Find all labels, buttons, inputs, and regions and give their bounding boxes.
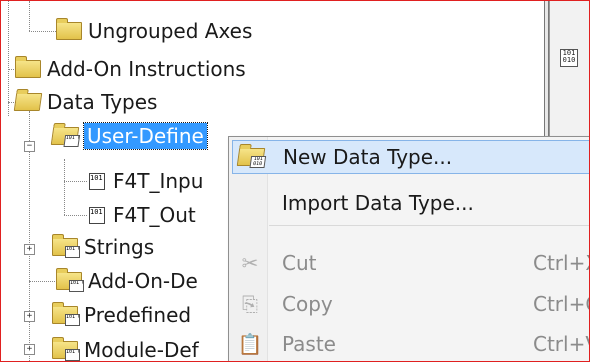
collapse-toggle[interactable]: − [24,141,35,152]
tree-item-module-defined[interactable]: 101 010 Module-Def [52,337,199,362]
menu-item-cut[interactable]: ✂ Cut Ctrl+X [232,246,589,280]
copy-icon: ⎘ [242,292,258,316]
tree-item-f4t-input[interactable]: 101 010 F4T_Inpu [89,168,203,194]
tree-item-label: Add-On-De [88,269,198,293]
data-type-folder-icon: 101 010 [52,234,80,258]
menu-item-shortcut: Ctrl+C [533,292,589,316]
menu-item-shortcut: Ctrl+X [533,251,589,275]
tree-connector [29,31,56,32]
data-type-folder-icon: 101 010 [56,268,84,292]
tree-item-ungrouped-axes[interactable]: Ungrouped Axes [56,18,252,44]
screenshot-frame: Ungrouped Axes Add-On Instructions Data … [0,0,590,362]
tree-item-add-on-instructions[interactable]: Add-On Instructions [15,56,246,82]
scissors-icon: ✂ [241,251,259,275]
tree-connector [8,1,9,116]
data-type-icon: 101 010 [89,206,105,224]
tree-connector [29,1,30,31]
tree-item-data-types[interactable]: Data Types [13,89,158,115]
menu-item-copy[interactable]: ⎘ Copy Ctrl+C [232,287,589,321]
tree-connector [64,181,87,182]
tree-item-label: Ungrouped Axes [88,19,253,43]
tree-item-label: Data Types [47,90,158,114]
expand-toggle[interactable]: + [24,311,35,322]
menu-item-shortcut: Ctrl+V [533,332,589,356]
data-type-folder-icon: 101 010 [50,127,81,147]
tree-item-label: Predefined [84,303,192,327]
menu-item-new-data-type[interactable]: 101 010 New Data Type... [232,140,589,174]
menu-item-label: Paste [282,332,336,356]
menu-item-paste[interactable]: 📋 Paste Ctrl+V [232,327,589,361]
tree-item-label: F4T_Out [113,203,196,227]
tree-connector [64,159,65,215]
tree-connector [64,215,87,216]
tree-item-label: Add-On Instructions [47,57,246,81]
menu-separator [269,225,589,226]
folder-icon [15,56,41,78]
menu-item-import-data-type[interactable]: Import Data Type... [232,186,589,220]
tree-item-label: F4T_Inpu [113,169,204,193]
tree-item-add-on-defined[interactable]: 101 010 Add-On-De [56,268,198,294]
folder-icon [56,18,82,40]
tree-item-predefined[interactable]: 101 010 Predefined [52,302,191,328]
menu-item-label: Copy [282,292,333,316]
tree-item-label-selected: User-Define [83,122,208,150]
tree-connector [29,281,55,282]
expand-toggle[interactable]: + [24,244,35,255]
tree-item-strings[interactable]: 101 010 Strings [52,234,154,260]
open-folder-icon [13,93,43,111]
menu-item-label: Import Data Type... [282,191,474,215]
context-menu: 101 010 New Data Type... Import Data Typ… [228,136,589,361]
menu-item-label: Cut [282,251,317,275]
expand-toggle[interactable]: + [24,344,35,355]
data-type-folder-icon: 101 010 [236,144,267,170]
data-type-icon: 101 010 [560,49,578,67]
data-type-folder-icon: 101 010 [52,337,80,361]
data-type-icon: 101 010 [89,172,105,190]
tree-item-user-defined[interactable]: 101 010 User-Define [50,122,208,150]
tree-item-label: Module-Def [84,338,199,362]
menu-item-label: New Data Type... [283,145,453,169]
data-type-folder-icon: 101 010 [52,302,80,326]
tree-item-label: Strings [84,235,155,259]
tree-item-f4t-output[interactable]: 101 010 F4T_Out [89,202,196,228]
paste-icon: 📋 [237,332,263,356]
